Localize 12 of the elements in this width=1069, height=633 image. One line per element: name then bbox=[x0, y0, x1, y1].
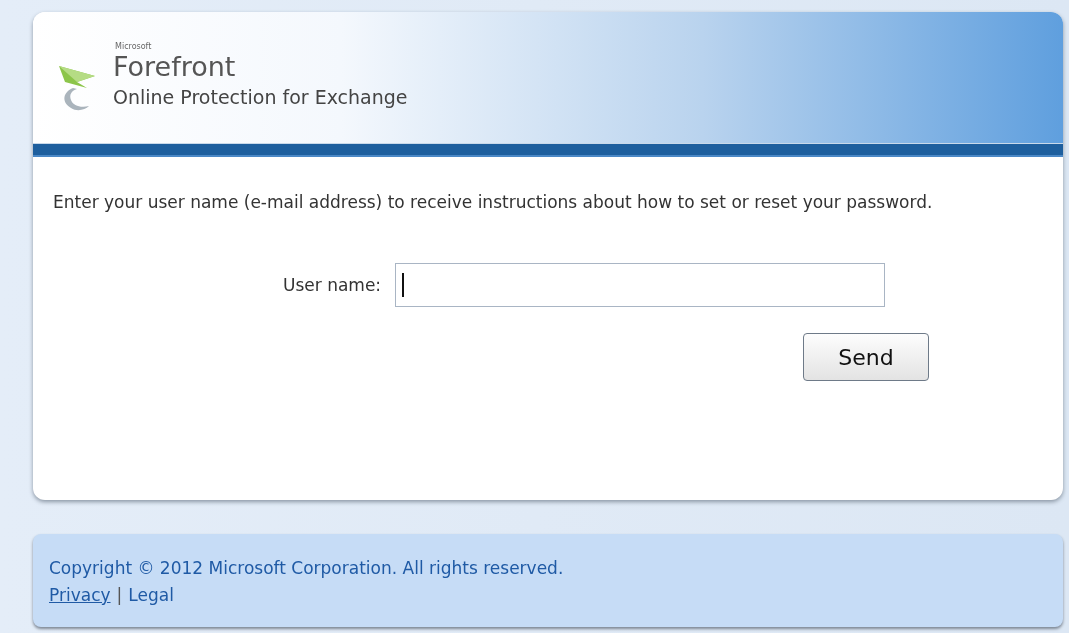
footer-link[interactable]: Privacy bbox=[49, 582, 111, 608]
username-field[interactable] bbox=[395, 263, 886, 307]
product-subtitle: Online Protection for Exchange bbox=[113, 84, 408, 110]
field-label: User name: bbox=[283, 275, 382, 295]
footer-link[interactable]: Legal bbox=[128, 582, 174, 608]
product-title: Forefront bbox=[113, 51, 237, 82]
brand-label: Microsoft bbox=[115, 41, 153, 52]
send-button[interactable]: Send bbox=[803, 333, 929, 381]
link-separator: | bbox=[116, 584, 123, 607]
text-cursor bbox=[402, 273, 405, 297]
instructions-text: Enter your user name (e-mail address) to receive instructions about how to set or reset your password. bbox=[53, 191, 934, 214]
copyright-text: Copyright © 2012 Microsoft Corporation. All rights reserved. bbox=[49, 557, 565, 580]
